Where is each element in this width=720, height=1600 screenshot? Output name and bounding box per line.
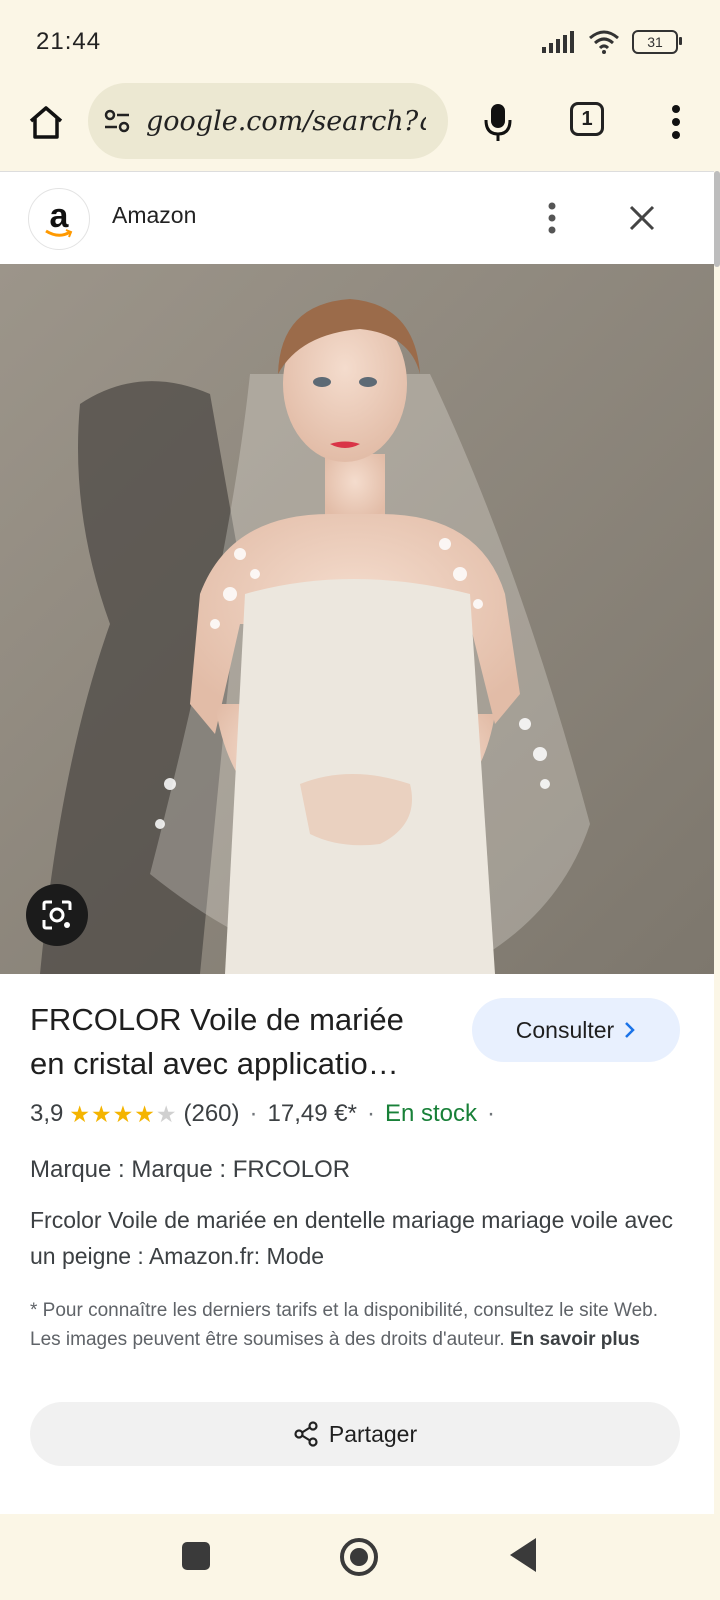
brand-line: Marque : Marque : FRCOLOR — [30, 1156, 351, 1183]
browser-toolbar: google.com/search?q= 1 — [0, 80, 720, 170]
battery-indicator: 31 — [632, 30, 682, 54]
learn-more-link[interactable]: En savoir plus — [510, 1329, 640, 1350]
more-vert-icon — [672, 105, 680, 139]
scrollbar-track — [714, 171, 720, 1513]
tab-switcher-button[interactable]: 1 — [570, 102, 604, 136]
clock: 21:44 — [36, 28, 102, 55]
close-button[interactable] — [620, 196, 664, 240]
browser-menu-button[interactable] — [656, 98, 696, 146]
price: 17,49 €* — [267, 1100, 357, 1127]
battery-level: 31 — [647, 34, 663, 50]
product-title[interactable]: FRCOLOR Voile de mariée en cristal avec … — [30, 998, 440, 1086]
more-vert-icon — [548, 202, 556, 234]
source-name[interactable]: Amazon — [112, 202, 196, 229]
url-bar[interactable]: google.com/search?q= — [88, 83, 448, 159]
product-description: Frcolor Voile de mariée en dentelle mari… — [30, 1207, 674, 1269]
system-nav-bar — [0, 1514, 720, 1600]
nav-home-button[interactable] — [340, 1538, 378, 1576]
recents-button[interactable] — [182, 1542, 210, 1570]
close-icon — [629, 205, 655, 231]
source-options-button[interactable] — [540, 196, 564, 240]
rating-row: 3,9 ★★★★★ (260) · 17,49 €* · En stock · — [30, 1100, 505, 1128]
separator: · — [249, 1100, 258, 1127]
back-button[interactable] — [510, 1538, 536, 1572]
bride-veil-photo — [0, 264, 714, 974]
chevron-right-icon — [625, 1022, 635, 1038]
status-icons: 31 — [542, 30, 682, 54]
rating-value: 3,9 — [30, 1100, 64, 1127]
source-header: a Amazon — [0, 172, 714, 264]
signal-icon — [542, 31, 574, 53]
consult-button[interactable]: Consulter — [472, 998, 680, 1062]
status-bar: 21:44 31 — [0, 0, 720, 80]
consult-label: Consulter — [515, 1016, 615, 1043]
share-icon — [294, 1421, 318, 1447]
star-rating: ★★★★★ — [69, 1100, 178, 1127]
image-result-panel: a Amazon FRCOLOR Voile de mariée en cris… — [0, 171, 714, 1514]
mic-icon — [484, 104, 512, 141]
separator: · — [486, 1100, 495, 1127]
home-button[interactable] — [22, 98, 70, 146]
share-button[interactable]: Partager — [30, 1402, 680, 1466]
scrollbar-thumb[interactable] — [714, 171, 720, 267]
google-lens-button[interactable] — [26, 884, 88, 946]
product-image[interactable] — [0, 264, 714, 974]
tune-icon[interactable] — [102, 106, 132, 136]
google-lens-icon — [42, 900, 72, 930]
separator: · — [366, 1100, 375, 1127]
disclaimer: * Pour connaître les derniers tarifs et … — [30, 1296, 680, 1354]
wifi-icon — [589, 30, 619, 54]
amazon-logo[interactable]: a — [28, 188, 90, 250]
availability: En stock — [384, 1100, 477, 1127]
url-text[interactable]: google.com/search?q= — [146, 106, 426, 137]
voice-search-button[interactable] — [476, 98, 520, 146]
review-count: (260) — [183, 1100, 240, 1127]
amazon-smile-icon — [45, 229, 73, 238]
home-icon — [29, 106, 63, 139]
share-label: Partager — [328, 1420, 418, 1447]
